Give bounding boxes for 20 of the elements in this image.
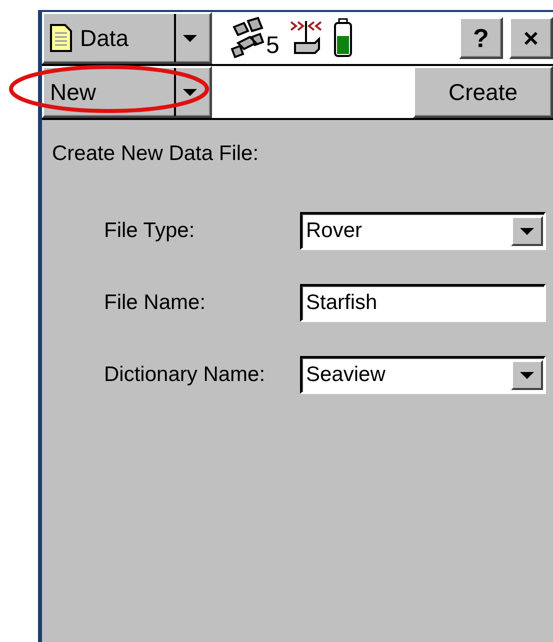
form-heading: Create New Data File:: [52, 142, 260, 166]
battery-icon: [333, 18, 354, 58]
caret-icon: [520, 228, 534, 234]
document-icon: [50, 24, 72, 52]
field-label: Dictionary Name:: [104, 363, 266, 387]
satellite-icon: [230, 17, 264, 59]
caret-icon: [520, 372, 534, 378]
caret-icon: [183, 88, 197, 96]
dropdown-field[interactable]: Rover: [300, 212, 546, 250]
antenna-icon: [289, 19, 324, 57]
input-field[interactable]: Starfish: [300, 284, 546, 322]
field-label: File Type:: [104, 219, 196, 243]
caret-icon: [183, 34, 197, 42]
field-label: File Name:: [104, 291, 207, 315]
close-button[interactable]: ×: [509, 17, 553, 59]
create-button[interactable]: Create: [413, 66, 553, 118]
satellite-count: 5: [266, 32, 280, 60]
dropdown-field[interactable]: Seaview: [300, 356, 546, 394]
data-menu-button[interactable]: Data: [42, 12, 212, 64]
help-button[interactable]: ?: [459, 17, 503, 59]
